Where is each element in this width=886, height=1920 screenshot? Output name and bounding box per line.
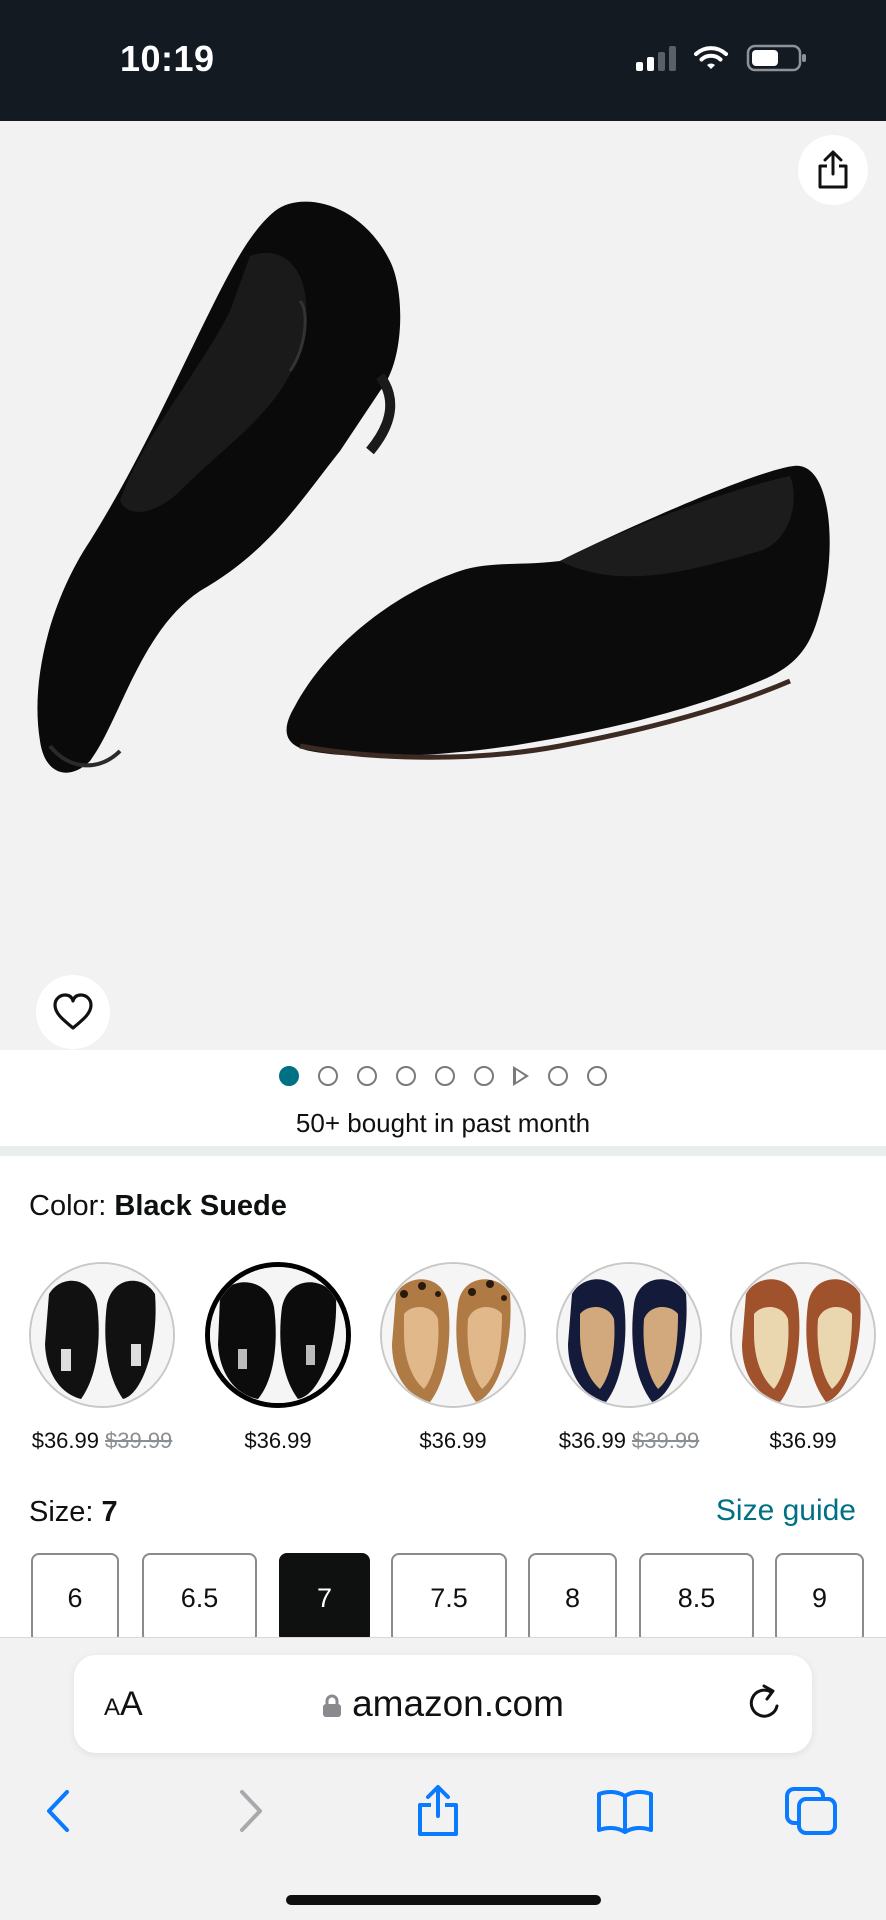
size-option[interactable]: 8 (528, 1553, 617, 1637)
status-icons (636, 44, 808, 72)
color-swatch[interactable]: $36.99 $39.99 (29, 1262, 175, 1454)
size-option[interactable]: 6.5 (142, 1553, 257, 1637)
lock-icon (322, 1685, 342, 1717)
image-dot[interactable] (396, 1066, 416, 1086)
size-guide-link[interactable]: Size guide (716, 1494, 856, 1528)
image-pagination-dots[interactable] (0, 1066, 886, 1086)
size-option[interactable]: 7.5 (391, 1553, 507, 1637)
product-image-shoes (37, 201, 830, 773)
tabs-icon (785, 1787, 837, 1835)
selected-color: Black Suede (114, 1190, 287, 1222)
color-label: Color: Black Suede (29, 1190, 287, 1223)
swatch-price: $36.99 (244, 1428, 312, 1453)
status-time: 10:19 (120, 38, 215, 79)
reload-icon (749, 1684, 779, 1718)
color-label-prefix: Color: (29, 1190, 107, 1222)
swatch-thumbnail (29, 1262, 175, 1408)
bought-in-past-month: 50+ bought in past month (295, 1108, 591, 1138)
image-dot[interactable] (435, 1066, 455, 1086)
section-divider (0, 1146, 886, 1156)
color-swatches: $36.99 $39.99 $36.99 $36.99 $36.99 $39.9… (0, 1262, 886, 1462)
image-dot[interactable] (318, 1066, 338, 1086)
battery-icon (746, 44, 806, 72)
address-domain[interactable]: amazon.com (74, 1683, 812, 1725)
size-label-prefix: Size: (29, 1496, 94, 1528)
color-swatch[interactable]: $36.99 (730, 1262, 876, 1454)
image-dot[interactable] (357, 1066, 377, 1086)
swatch-price: $36.99 (419, 1428, 487, 1453)
size-option[interactable]: 8.5 (639, 1553, 754, 1637)
forward-button[interactable] (216, 1776, 286, 1846)
swatch-thumbnail (205, 1262, 351, 1408)
size-option-selected[interactable]: 7 (279, 1553, 370, 1637)
forward-icon (240, 1790, 262, 1832)
selected-size: 7 (101, 1496, 118, 1528)
size-option[interactable]: 6 (31, 1553, 119, 1637)
video-play-icon[interactable] (513, 1066, 529, 1086)
color-swatch[interactable]: $36.99 $39.99 (556, 1262, 702, 1454)
size-options: 6 6.5 7 7.5 8 8.5 9 (30, 1553, 886, 1637)
browser-bottom-bar: AA amazon.com (0, 1637, 886, 1920)
color-swatch[interactable]: $36.99 (380, 1262, 526, 1454)
swatch-thumbnail (556, 1262, 702, 1408)
color-swatch-selected[interactable]: $36.99 (205, 1262, 351, 1454)
cellular-signal-icon (636, 45, 676, 71)
image-dot[interactable] (474, 1066, 494, 1086)
share-icon (418, 1785, 458, 1836)
tabs-button[interactable] (776, 1776, 846, 1846)
product-image-gallery[interactable] (0, 121, 886, 1050)
back-icon (47, 1790, 69, 1832)
address-bar[interactable]: AA amazon.com (74, 1655, 812, 1753)
image-dot-active[interactable] (279, 1066, 299, 1086)
wifi-icon (694, 46, 728, 69)
image-dot[interactable] (587, 1066, 607, 1086)
browser-toolbar (0, 1776, 886, 1856)
bookmarks-icon (597, 1789, 653, 1834)
heart-icon (53, 993, 93, 1030)
wishlist-button[interactable] (36, 975, 110, 1049)
back-button[interactable] (23, 1776, 93, 1846)
size-option[interactable]: 9 (775, 1553, 864, 1637)
swatch-thumbnail (730, 1262, 876, 1408)
share-icon (818, 150, 848, 189)
home-indicator (286, 1895, 601, 1905)
bookmarks-button[interactable] (590, 1776, 660, 1846)
share-button[interactable] (798, 135, 868, 205)
browser-share-button[interactable] (403, 1776, 473, 1846)
image-dot[interactable] (548, 1066, 568, 1086)
status-bar: 10:19 (0, 0, 886, 121)
reload-button[interactable] (744, 1682, 784, 1729)
swatch-price: $36.99 (769, 1428, 837, 1453)
size-label: Size: 7 (29, 1496, 118, 1529)
swatch-price: $36.99 $39.99 (31, 1428, 173, 1453)
domain-text: amazon.com (352, 1683, 564, 1724)
swatch-price: $36.99 $39.99 (558, 1428, 700, 1453)
swatch-thumbnail (380, 1262, 526, 1408)
